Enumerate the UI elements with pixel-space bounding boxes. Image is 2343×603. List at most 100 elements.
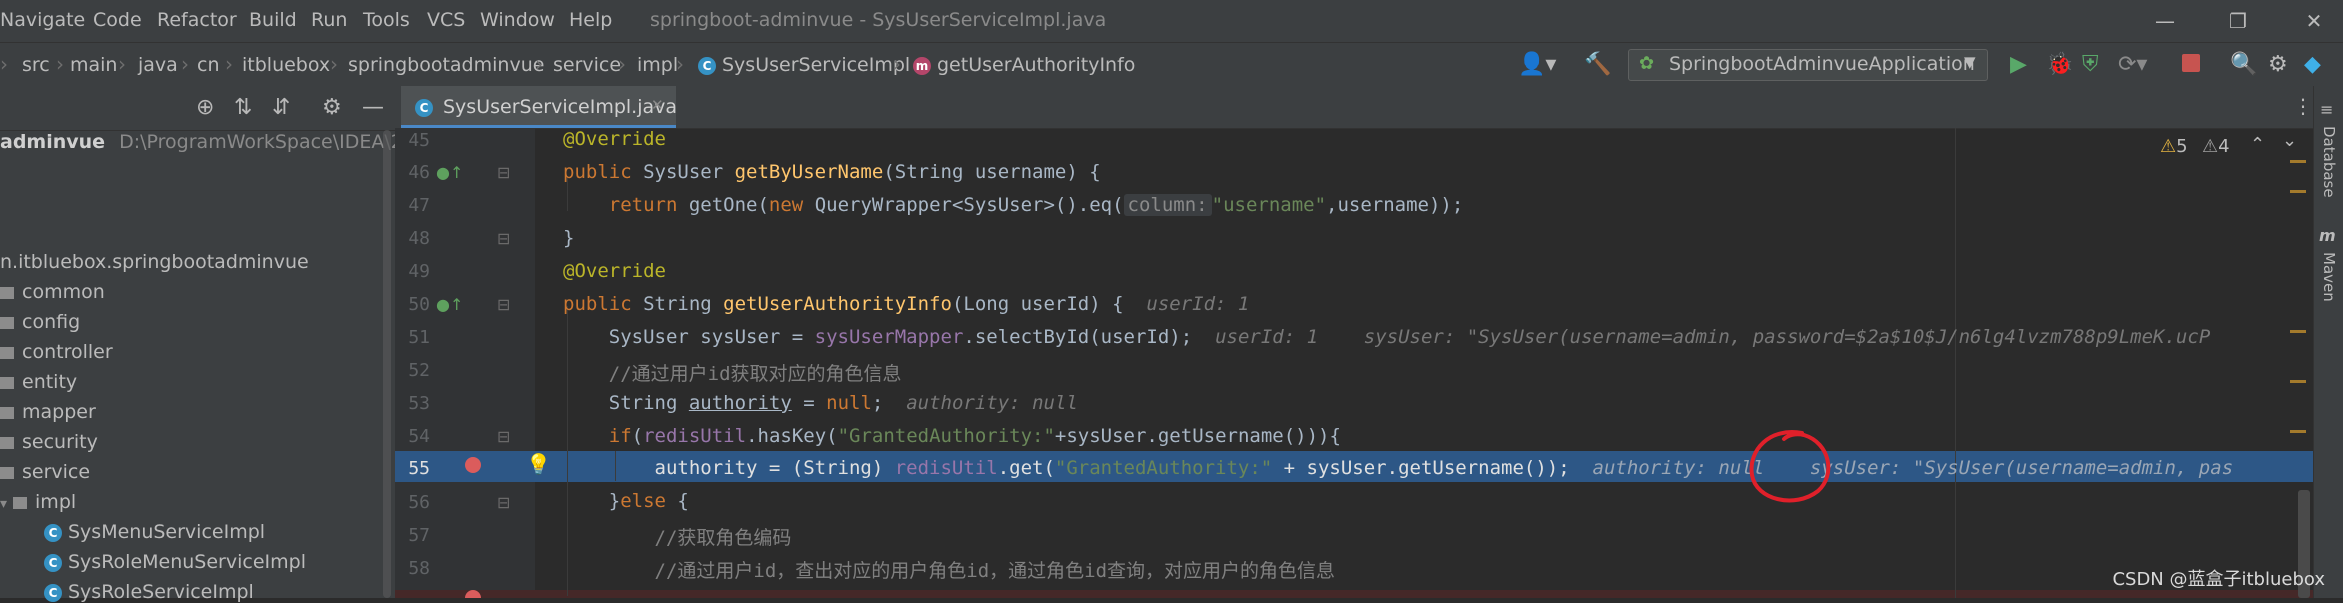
close-window-button[interactable]: ✕	[2294, 6, 2334, 36]
menu-build[interactable]: Build	[249, 9, 297, 31]
chevron-right-icon: ›	[535, 52, 543, 76]
hide-panel-icon[interactable]: —	[362, 95, 384, 120]
fold-icon[interactable]: ⊟	[497, 163, 510, 182]
coverage-icon[interactable]: ⛨	[2082, 52, 2099, 78]
code-line-47[interactable]: return getOne(new QueryWrapper<SysUser>(…	[563, 194, 1463, 216]
search-icon[interactable]: 🔍	[2230, 52, 2257, 78]
code-line-57[interactable]: //获取角色编码	[563, 523, 792, 550]
chevron-down-icon: ▼	[1964, 53, 1976, 71]
folder-controller[interactable]: controller	[0, 341, 113, 363]
menu-navigate[interactable]: Navigate	[0, 9, 85, 31]
fold-icon[interactable]: ⊟	[497, 229, 510, 248]
warnings-indicator[interactable]: ⚠5	[2160, 136, 2188, 157]
folder-common[interactable]: common	[0, 281, 105, 303]
run-config-label: SpringbootAdminvueApplication	[1669, 53, 1975, 75]
folder-config[interactable]: config	[0, 311, 80, 333]
menu-vcs[interactable]: VCS	[427, 9, 465, 31]
code-line-49[interactable]: @Override	[563, 260, 666, 282]
debug-icon[interactable]: 🐞	[2046, 52, 2073, 78]
fold-icon[interactable]: ⊟	[497, 493, 510, 512]
code-line-55[interactable]: authority = (String) redisUtil.get("Gran…	[563, 457, 2234, 479]
jetbrains-icon[interactable]: ◆	[2304, 52, 2321, 78]
folder-security[interactable]: security	[0, 431, 98, 453]
folder-entity[interactable]: entity	[0, 371, 77, 393]
window-title: springboot-adminvue - SysUserServiceImpl…	[650, 9, 1107, 31]
breadcrumb-class[interactable]: C SysUserServiceImpl	[698, 54, 910, 76]
run-icon[interactable]: ▶	[2010, 52, 2027, 78]
breadcrumb-main[interactable]: main	[70, 54, 117, 76]
folder-impl[interactable]: ▾ impl	[0, 491, 76, 513]
file-sysrolemenuserviceimpl[interactable]: C SysRoleMenuServiceImpl	[44, 551, 306, 573]
fold-icon[interactable]: ⊟	[497, 295, 510, 314]
menu-run[interactable]: Run	[311, 9, 347, 31]
implements-method-icon[interactable]: ●↑	[436, 163, 463, 182]
weak-warnings-indicator[interactable]: ⚠4	[2202, 136, 2230, 157]
chevron-down-icon[interactable]: ⌄	[2282, 130, 2297, 151]
menu-code[interactable]: Code	[93, 9, 142, 31]
file-label: SysMenuServiceImpl	[68, 521, 266, 543]
code-line-58[interactable]: //通过用户id，查出对应的用户角色id，通过角色id查询，对应用户的角色信息	[563, 556, 1336, 583]
line-number: 45	[408, 130, 430, 151]
code-line-51[interactable]: SysUser sysUser = sysUserMapper.selectBy…	[563, 326, 2211, 348]
code-line-53[interactable]: String authority = null; authority: null	[563, 392, 1078, 414]
run-configuration-select[interactable]: ✿ SpringbootAdminvueApplication ▼	[1628, 49, 1988, 81]
stop-icon[interactable]	[2182, 54, 2200, 72]
folder-label: entity	[22, 371, 78, 393]
menu-refactor[interactable]: Refactor	[157, 9, 237, 31]
file-sysroleserviceimpl[interactable]: C SysRoleServiceImpl	[44, 581, 254, 603]
breakpoint-icon[interactable]	[465, 457, 481, 473]
tab-sysuserserviceimpl[interactable]: C SysUserServiceImpl.java ✕	[401, 86, 677, 128]
expand-all-icon[interactable]: ⇅	[234, 95, 252, 120]
warning-stripe-mark[interactable]	[2290, 430, 2306, 433]
gear-icon[interactable]: ⚙	[322, 95, 342, 120]
implements-method-icon[interactable]: ●↑	[436, 295, 463, 314]
folder-mapper[interactable]: mapper	[0, 401, 96, 423]
breadcrumb-java[interactable]: java	[138, 54, 178, 76]
chevron-right-icon: ›	[118, 52, 126, 76]
breadcrumb-impl[interactable]: impl	[637, 54, 678, 76]
menu-window[interactable]: Window	[480, 9, 555, 31]
fold-icon[interactable]: ⊟	[497, 427, 510, 446]
code-line-48[interactable]: }	[563, 227, 574, 249]
more-options-icon[interactable]: ⋮	[2293, 94, 2313, 118]
warning-stripe-mark[interactable]	[2290, 330, 2306, 333]
locate-icon[interactable]: ⊕	[196, 95, 214, 120]
chevron-up-icon[interactable]: ⌃	[2250, 134, 2265, 155]
lightbulb-icon[interactable]: 💡	[526, 452, 551, 476]
warning-stripe-mark[interactable]	[2290, 160, 2306, 163]
line-number: 53	[408, 393, 430, 414]
package-node[interactable]: n.itbluebox.springbootadminvue	[0, 251, 309, 273]
line-number: 57	[408, 525, 430, 546]
menu-tools[interactable]: Tools	[363, 9, 410, 31]
restore-button[interactable]: ❐	[2218, 6, 2258, 36]
database-tool-tab[interactable]: Database	[2320, 126, 2338, 198]
code-line-46[interactable]: public SysUser getByUserName(String user…	[563, 161, 1101, 183]
user-icon[interactable]: 👤▾	[1518, 52, 1556, 78]
profiler-icon[interactable]: ⟳▾	[2118, 52, 2147, 78]
folder-icon	[13, 496, 28, 509]
minimize-button[interactable]: —	[2145, 6, 2185, 36]
breadcrumb-itbluebox[interactable]: itbluebox	[242, 54, 330, 76]
close-icon[interactable]: ✕	[651, 96, 664, 114]
settings-icon[interactable]: ⚙	[2268, 52, 2288, 78]
red-circle-annotation	[1749, 430, 1831, 503]
code-line-50[interactable]: public String getUserAuthorityInfo(Long …	[563, 293, 1249, 315]
warning-stripe-mark[interactable]	[2290, 380, 2306, 383]
warning-stripe-mark[interactable]	[2290, 190, 2306, 193]
breadcrumb-springbootadminvue[interactable]: springbootadminvue	[348, 54, 544, 76]
breadcrumb-method[interactable]: m getUserAuthorityInfo	[913, 54, 1135, 76]
hammer-icon[interactable]: 🔨	[1584, 52, 1611, 78]
project-scrollbar[interactable]	[383, 130, 391, 598]
code-line-45[interactable]: @Override	[563, 128, 666, 150]
code-line-56[interactable]: }else {	[563, 490, 689, 512]
breadcrumb-cn[interactable]: cn	[197, 54, 220, 76]
code-line-52[interactable]: //通过用户id获取对应的角色信息	[563, 359, 902, 386]
maven-tool-tab[interactable]: Maven	[2320, 252, 2338, 302]
file-sysmenuserviceimpl[interactable]: C SysMenuServiceImpl	[44, 521, 265, 543]
collapse-all-icon[interactable]: ⇵	[272, 95, 290, 120]
breadcrumb-service[interactable]: service	[553, 54, 621, 76]
breadcrumb-src[interactable]: src	[22, 54, 50, 76]
code-line-54[interactable]: if(redisUtil.hasKey("GrantedAuthority:"+…	[563, 425, 1341, 447]
folder-service[interactable]: service	[0, 461, 90, 483]
menu-help[interactable]: Help	[569, 9, 612, 31]
